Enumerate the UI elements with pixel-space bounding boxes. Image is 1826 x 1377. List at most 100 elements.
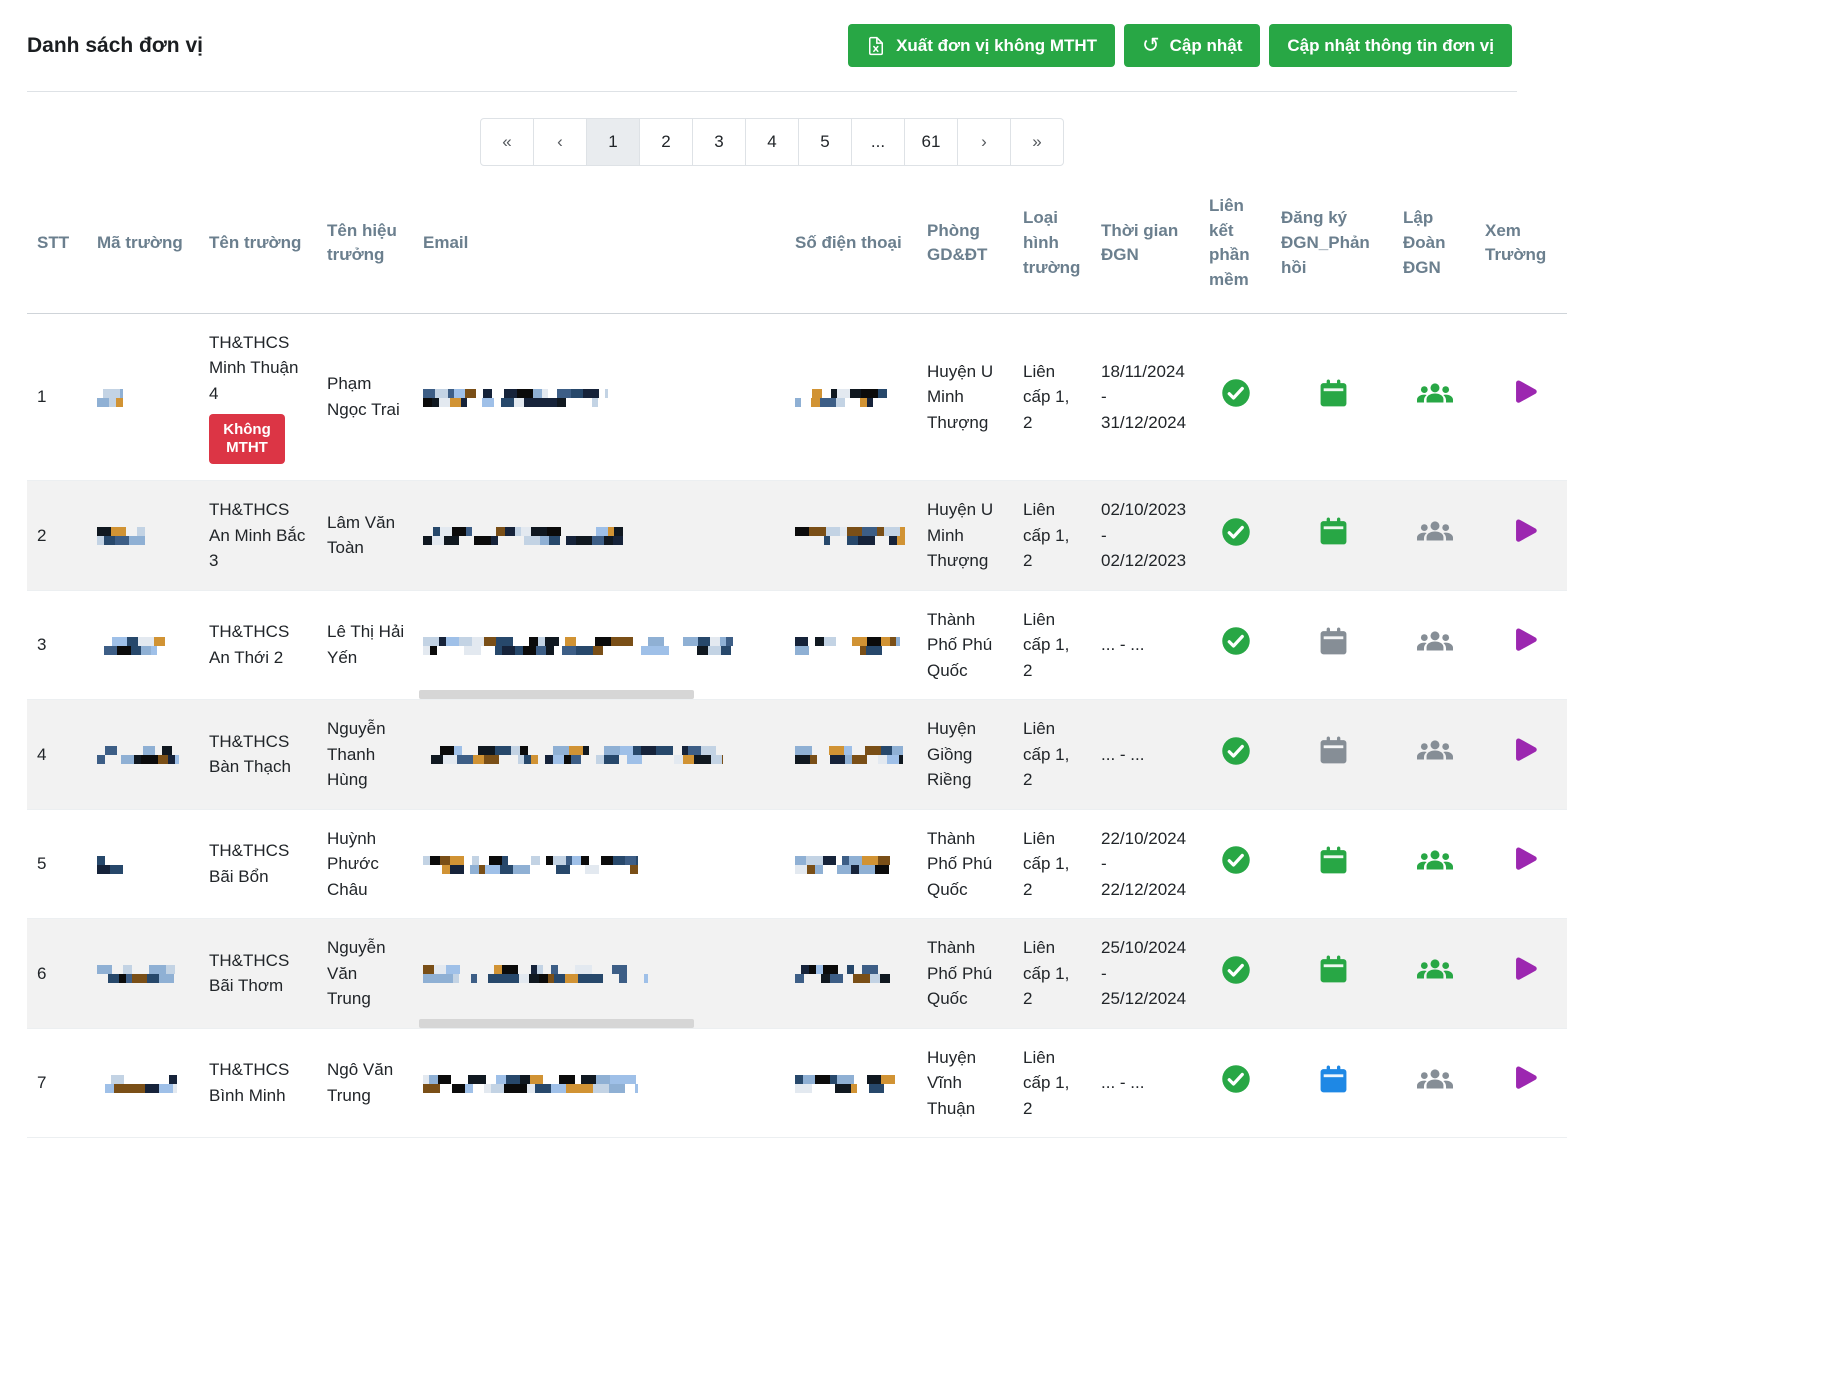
next-page-button[interactable]: ›	[957, 118, 1011, 166]
school-name-cell: TH&THCS An Thới 2	[199, 590, 317, 700]
department-cell: Huyện Giồng Riềng	[917, 700, 1013, 810]
page-button-61[interactable]: 61	[904, 118, 958, 166]
calendar-icon[interactable]	[1318, 845, 1349, 876]
play-icon[interactable]	[1505, 515, 1539, 549]
school-code-cell	[87, 1028, 199, 1138]
team-group-icon[interactable]	[1417, 957, 1453, 982]
calendar-icon[interactable]	[1318, 626, 1349, 657]
redacted-school-code	[97, 1075, 177, 1093]
register-dgn-cell	[1271, 313, 1393, 481]
school-code-cell	[87, 481, 199, 591]
check-circle-icon	[1221, 955, 1251, 985]
page-button-1[interactable]: 1	[586, 118, 640, 166]
update-button-label: Cập nhật	[1170, 36, 1243, 56]
page-button-2[interactable]: 2	[639, 118, 693, 166]
email-cell	[413, 313, 785, 481]
calendar-icon[interactable]	[1318, 378, 1349, 409]
column-header-name: Tên trường	[199, 180, 317, 313]
prev-page-button[interactable]: ‹	[533, 118, 587, 166]
redacted-phone	[795, 637, 900, 655]
play-icon[interactable]	[1505, 953, 1539, 987]
column-header-team: Lập Đoàn ĐGN	[1393, 180, 1475, 313]
check-circle-icon	[1221, 845, 1251, 875]
page-button-4[interactable]: 4	[745, 118, 799, 166]
update-unit-info-button[interactable]: Cập nhật thông tin đơn vị	[1269, 24, 1512, 67]
software-link-cell	[1199, 700, 1271, 810]
table-header: STTMã trườngTên trườngTên hiệu trưởngEma…	[27, 180, 1567, 313]
email-cell	[413, 700, 785, 810]
export-no-mtht-button[interactable]: Xuất đơn vị không MTHT	[848, 24, 1115, 67]
school-name-cell: TH&THCS Minh Thuận 4Không MTHT	[199, 313, 317, 481]
row-index-cell: 2	[27, 481, 87, 591]
export-button-label: Xuất đơn vị không MTHT	[896, 36, 1097, 56]
email-cell	[413, 1028, 785, 1138]
calendar-icon[interactable]	[1318, 516, 1349, 547]
redacted-email	[423, 389, 608, 407]
school-code-cell	[87, 700, 199, 810]
team-group-icon[interactable]	[1417, 629, 1453, 654]
column-header-principal: Tên hiệu trưởng	[317, 180, 413, 313]
table-row: 4TH&THCS Bàn ThạchNguyễn Thanh HùngHuyện…	[27, 700, 1567, 810]
evaluation-time-cell: ... - ...	[1091, 590, 1199, 700]
redacted-school-code	[97, 965, 175, 983]
school-name: TH&THCS An Thới 2	[209, 619, 309, 670]
check-circle-icon	[1221, 378, 1251, 408]
principal-name-cell: Lê Thị Hải Yến	[317, 590, 413, 700]
school-name: TH&THCS An Minh Bắc 3	[209, 497, 309, 574]
first-page-button[interactable]: «	[480, 118, 534, 166]
page-button-3[interactable]: 3	[692, 118, 746, 166]
check-circle-icon	[1221, 1064, 1251, 1094]
calendar-icon[interactable]	[1318, 954, 1349, 985]
department-cell: Huyện U Minh Thượng	[917, 313, 1013, 481]
principal-name-cell: Nguyễn Thanh Hùng	[317, 700, 413, 810]
redacted-phone	[795, 746, 903, 764]
horizontal-scrollbar[interactable]	[419, 1019, 694, 1028]
column-header-code: Mã trường	[87, 180, 199, 313]
register-dgn-cell	[1271, 590, 1393, 700]
school-name-cell: TH&THCS Bãi Bổn	[199, 809, 317, 919]
play-icon[interactable]	[1505, 624, 1539, 658]
table-row: 1TH&THCS Minh Thuận 4Không MTHTPhạm Ngọc…	[27, 313, 1567, 481]
redacted-school-code	[97, 389, 123, 407]
play-icon[interactable]	[1505, 1062, 1539, 1096]
team-group-icon[interactable]	[1417, 738, 1453, 763]
department-cell: Huyện U Minh Thượng	[917, 481, 1013, 591]
horizontal-scrollbar[interactable]	[419, 690, 694, 699]
update-button[interactable]: ↺ Cập nhật	[1124, 24, 1260, 67]
view-school-cell	[1475, 313, 1567, 481]
column-header-link: Liên kết phần mềm	[1199, 180, 1271, 313]
calendar-icon[interactable]	[1318, 1064, 1349, 1095]
team-group-icon[interactable]	[1417, 381, 1453, 406]
team-group-icon[interactable]	[1417, 848, 1453, 873]
school-code-cell	[87, 919, 199, 1029]
school-name-cell: TH&THCS Bãi Thơm	[199, 919, 317, 1029]
school-code-cell	[87, 809, 199, 919]
column-header-email: Email	[413, 180, 785, 313]
school-type-cell: Liên cấp 1, 2	[1013, 700, 1091, 810]
school-name-cell: TH&THCS An Minh Bắc 3	[199, 481, 317, 591]
school-type-cell: Liên cấp 1, 2	[1013, 809, 1091, 919]
create-team-cell	[1393, 313, 1475, 481]
principal-name-cell: Phạm Ngọc Trai	[317, 313, 413, 481]
department-cell: Thành Phố Phú Quốc	[917, 590, 1013, 700]
calendar-icon[interactable]	[1318, 735, 1349, 766]
play-icon[interactable]	[1505, 843, 1539, 877]
play-icon[interactable]	[1505, 376, 1539, 410]
school-name-cell: TH&THCS Bàn Thạch	[199, 700, 317, 810]
redacted-email	[423, 527, 623, 545]
page-button-5[interactable]: 5	[798, 118, 852, 166]
team-group-icon[interactable]	[1417, 1067, 1453, 1092]
redacted-phone	[795, 389, 890, 407]
last-page-button[interactable]: »	[1010, 118, 1064, 166]
email-cell	[413, 919, 785, 1029]
play-icon[interactable]	[1505, 734, 1539, 768]
school-code-cell	[87, 313, 199, 481]
table-row: 5TH&THCS Bãi BổnHuỳnh Phước ChâuThành Ph…	[27, 809, 1567, 919]
principal-name-cell: Huỳnh Phước Châu	[317, 809, 413, 919]
column-header-phone: Số điện thoại	[785, 180, 917, 313]
school-name-cell: TH&THCS Bình Minh	[199, 1028, 317, 1138]
evaluation-time-cell: 02/10/2023 - 02/12/2023	[1091, 481, 1199, 591]
team-group-icon[interactable]	[1417, 519, 1453, 544]
principal-name-cell: Lâm Văn Toàn	[317, 481, 413, 591]
table-row: 6TH&THCS Bãi ThơmNguyễn Văn TrungThành P…	[27, 919, 1567, 1029]
